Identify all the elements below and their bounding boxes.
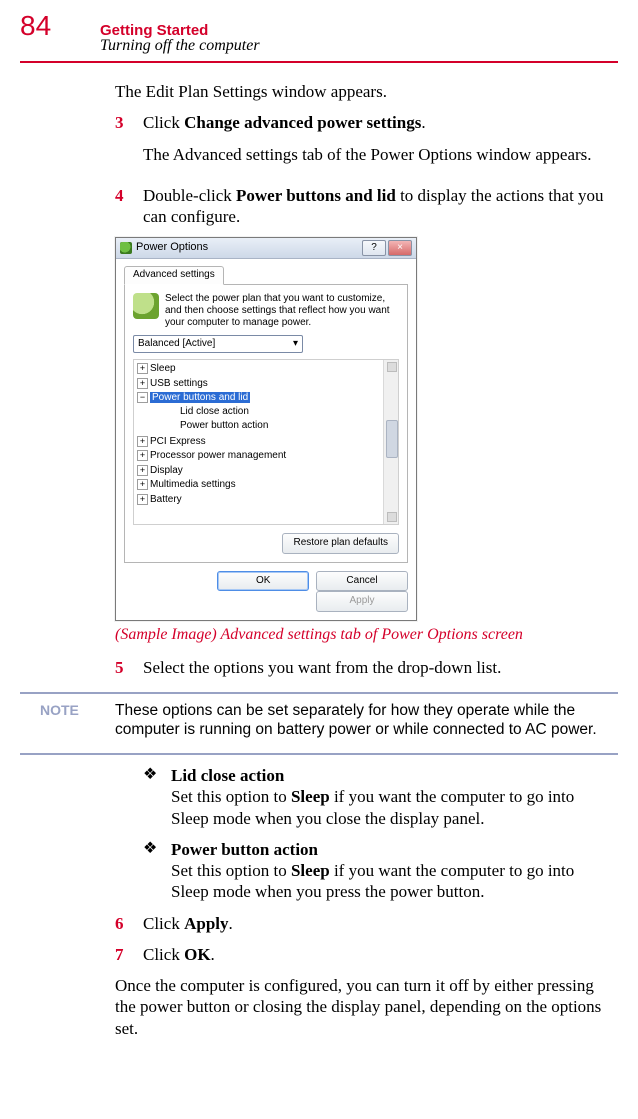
settings-tree[interactable]: Sleep USB settings Power buttons and lid… <box>133 359 399 525</box>
step-text-post: . <box>229 914 233 933</box>
apply-button[interactable]: Apply <box>316 591 408 612</box>
step-3: 3 Click Change advanced power settings. … <box>115 112 608 175</box>
bullet-title: Lid close action <box>171 766 284 785</box>
note-text: These options can be set separately for … <box>115 702 618 739</box>
tree-scrollbar[interactable] <box>383 360 398 524</box>
restore-row: Restore plan defaults <box>133 533 399 554</box>
step-number: 5 <box>115 657 143 678</box>
tree-item-power-buttons-lid[interactable]: Power buttons and lid Lid close action P… <box>134 391 398 435</box>
scrollbar-thumb[interactable] <box>386 420 398 458</box>
cancel-button[interactable]: Cancel <box>316 571 408 592</box>
step-text-pre: Click <box>143 945 184 964</box>
page-number: 84 <box>20 10 100 42</box>
window-titlebar[interactable]: Power Options ? × <box>116 238 416 259</box>
step-text-bold: Apply <box>184 914 228 933</box>
step-7: 7 Click OK. <box>115 944 608 965</box>
step-text-post: . <box>421 113 425 132</box>
tree-item-processor-pm[interactable]: Processor power management <box>134 449 398 464</box>
closing-paragraph: Once the computer is configured, you can… <box>115 975 608 1039</box>
content-body: The Edit Plan Settings window appears. 3… <box>115 81 608 678</box>
tree-item-multimedia[interactable]: Multimedia settings <box>134 478 398 493</box>
dialog-buttons: OK Cancel Apply <box>116 571 416 620</box>
step-body: Click OK. <box>143 944 608 965</box>
tree-item-pci-express[interactable]: PCI Express <box>134 435 398 450</box>
bullet-text-pre: Set this option to <box>171 861 291 880</box>
bullet-text-bold: Sleep <box>291 861 330 880</box>
bullet-text-bold: Sleep <box>291 787 330 806</box>
step-body: Click Apply. <box>143 913 608 934</box>
note-rule-bottom <box>20 753 618 755</box>
bullet-text-pre: Set this option to <box>171 787 291 806</box>
power-plan-selected: Balanced [Active] <box>138 338 215 351</box>
titlebar-left: Power Options <box>120 241 208 255</box>
close-button[interactable]: × <box>388 240 412 256</box>
step-6: 6 Click Apply. <box>115 913 608 934</box>
ok-button[interactable]: OK <box>217 571 309 592</box>
chevron-down-icon: ▾ <box>293 338 298 351</box>
step-4: 4 Double-click Power buttons and lid to … <box>115 185 608 228</box>
page-header: 84 Getting Started Turning off the compu… <box>20 10 618 55</box>
note-label: NOTE <box>20 702 115 739</box>
section-title: Turning off the computer <box>100 37 260 55</box>
step-body: Select the options you want from the dro… <box>143 657 608 678</box>
step-text-pre: Double-click <box>143 186 236 205</box>
step-text-bold: OK <box>184 945 210 964</box>
tab-strip: Advanced settings <box>116 259 416 284</box>
intro-paragraph: The Edit Plan Settings window appears. <box>115 81 608 102</box>
help-button[interactable]: ? <box>362 240 386 256</box>
step-text-pre: Click <box>143 113 184 132</box>
step-text-bold: Power buttons and lid <box>236 186 396 205</box>
tree-item-display[interactable]: Display <box>134 464 398 479</box>
tree-item-battery[interactable]: Battery <box>134 493 398 508</box>
restore-defaults-button[interactable]: Restore plan defaults <box>282 533 399 554</box>
bullet-body: Power button action Set this option to S… <box>171 839 608 903</box>
step-text-post: . <box>211 945 215 964</box>
step-number: 6 <box>115 913 143 934</box>
step-number: 7 <box>115 944 143 965</box>
tab-panel: Select the power plan that you want to c… <box>124 284 408 563</box>
image-caption: (Sample Image) Advanced settings tab of … <box>115 625 608 645</box>
bullet-icon: ❖ <box>143 839 171 903</box>
page: 84 Getting Started Turning off the compu… <box>0 0 638 1069</box>
tree-item-sleep[interactable]: Sleep <box>134 362 398 377</box>
note-rule-top <box>20 692 618 694</box>
power-plan-dropdown[interactable]: Balanced [Active] ▾ <box>133 335 303 354</box>
titlebar-buttons: ? × <box>362 240 412 256</box>
step-number: 3 <box>115 112 143 175</box>
tab-advanced-settings[interactable]: Advanced settings <box>124 266 224 285</box>
step-number: 4 <box>115 185 143 228</box>
note-block: NOTE These options can be set separately… <box>20 692 618 755</box>
battery-plug-icon <box>133 293 159 319</box>
bullet-title: Power button action <box>171 840 318 859</box>
header-titles: Getting Started Turning off the computer <box>100 22 260 55</box>
bullet-body: Lid close action Set this option to Slee… <box>171 765 608 829</box>
power-options-window: Power Options ? × Advanced settings Sele… <box>115 237 417 621</box>
bullet-lid-close: ❖ Lid close action Set this option to Sl… <box>143 765 608 829</box>
step-body: Click Change advanced power settings. Th… <box>143 112 608 175</box>
step-follow: The Advanced settings tab of the Power O… <box>143 144 608 165</box>
description-text: Select the power plan that you want to c… <box>165 293 399 329</box>
step-text-pre: Click <box>143 914 184 933</box>
content-body-lower: ❖ Lid close action Set this option to Sl… <box>115 765 608 1039</box>
power-icon <box>120 242 132 254</box>
window-title: Power Options <box>136 241 208 255</box>
description-row: Select the power plan that you want to c… <box>133 293 399 329</box>
tree-item-lid-close[interactable]: Lid close action <box>150 405 398 420</box>
tree-item-usb[interactable]: USB settings <box>134 377 398 392</box>
header-rule <box>20 61 618 63</box>
tree-item-power-button-action[interactable]: Power button action <box>150 419 398 434</box>
step-text-bold: Change advanced power settings <box>184 113 421 132</box>
tree-item-highlight: Power buttons and lid <box>150 392 250 403</box>
step-body: Double-click Power buttons and lid to di… <box>143 185 608 228</box>
bullet-power-button: ❖ Power button action Set this option to… <box>143 839 608 903</box>
bullet-icon: ❖ <box>143 765 171 829</box>
step-5: 5 Select the options you want from the d… <box>115 657 608 678</box>
